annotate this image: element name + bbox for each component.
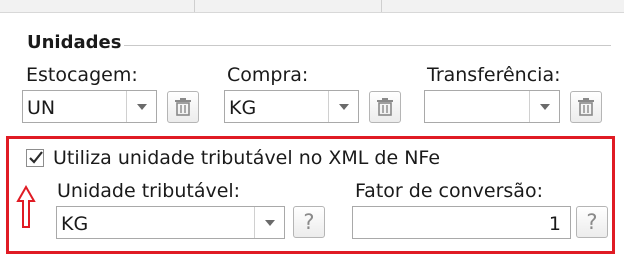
tax-unit-value: KG (61, 213, 89, 235)
section-divider (124, 45, 611, 46)
help-icon: ? (303, 210, 315, 234)
stock-label: Estocagem: (26, 64, 138, 86)
chevron-down-icon[interactable] (126, 91, 156, 122)
checkmark-icon (29, 151, 43, 164)
stock-delete-button[interactable] (167, 91, 199, 123)
tax-unit-select[interactable]: KG (56, 206, 285, 239)
conversion-factor-value: 1 (548, 213, 561, 235)
tax-unit-label: Unidade tributável: (57, 180, 241, 202)
strip-divider (381, 0, 382, 12)
help-icon: ? (586, 210, 598, 234)
stock-unit-select[interactable]: UN (22, 90, 157, 123)
trash-icon (578, 98, 594, 116)
up-arrow-icon (16, 185, 36, 228)
tax-unit-checkbox[interactable] (26, 149, 44, 167)
transfer-unit-select[interactable] (424, 90, 560, 123)
stock-unit-value: UN (27, 97, 56, 119)
section-title: Unidades (27, 32, 122, 53)
top-strip (0, 0, 624, 13)
purchase-label: Compra: (227, 64, 309, 86)
conversion-factor-input[interactable]: 1 (352, 206, 571, 239)
purchase-unit-select[interactable]: KG (224, 90, 359, 123)
purchase-unit-value: KG (229, 97, 257, 119)
strip-divider (194, 0, 195, 12)
chevron-down-icon[interactable] (328, 91, 358, 122)
chevron-down-icon[interactable] (529, 91, 559, 122)
transfer-delete-button[interactable] (570, 91, 602, 123)
purchase-delete-button[interactable] (369, 91, 401, 123)
transfer-label: Transferência: (427, 64, 561, 86)
conversion-factor-help-button[interactable]: ? (576, 206, 608, 238)
trash-icon (175, 98, 191, 116)
conversion-factor-label: Fator de conversão: (355, 180, 543, 202)
tax-unit-checkbox-label[interactable]: Utiliza unidade tributável no XML de NFe (53, 147, 440, 169)
chevron-down-icon[interactable] (254, 207, 284, 238)
trash-icon (377, 98, 393, 116)
tax-unit-help-button[interactable]: ? (293, 206, 325, 238)
